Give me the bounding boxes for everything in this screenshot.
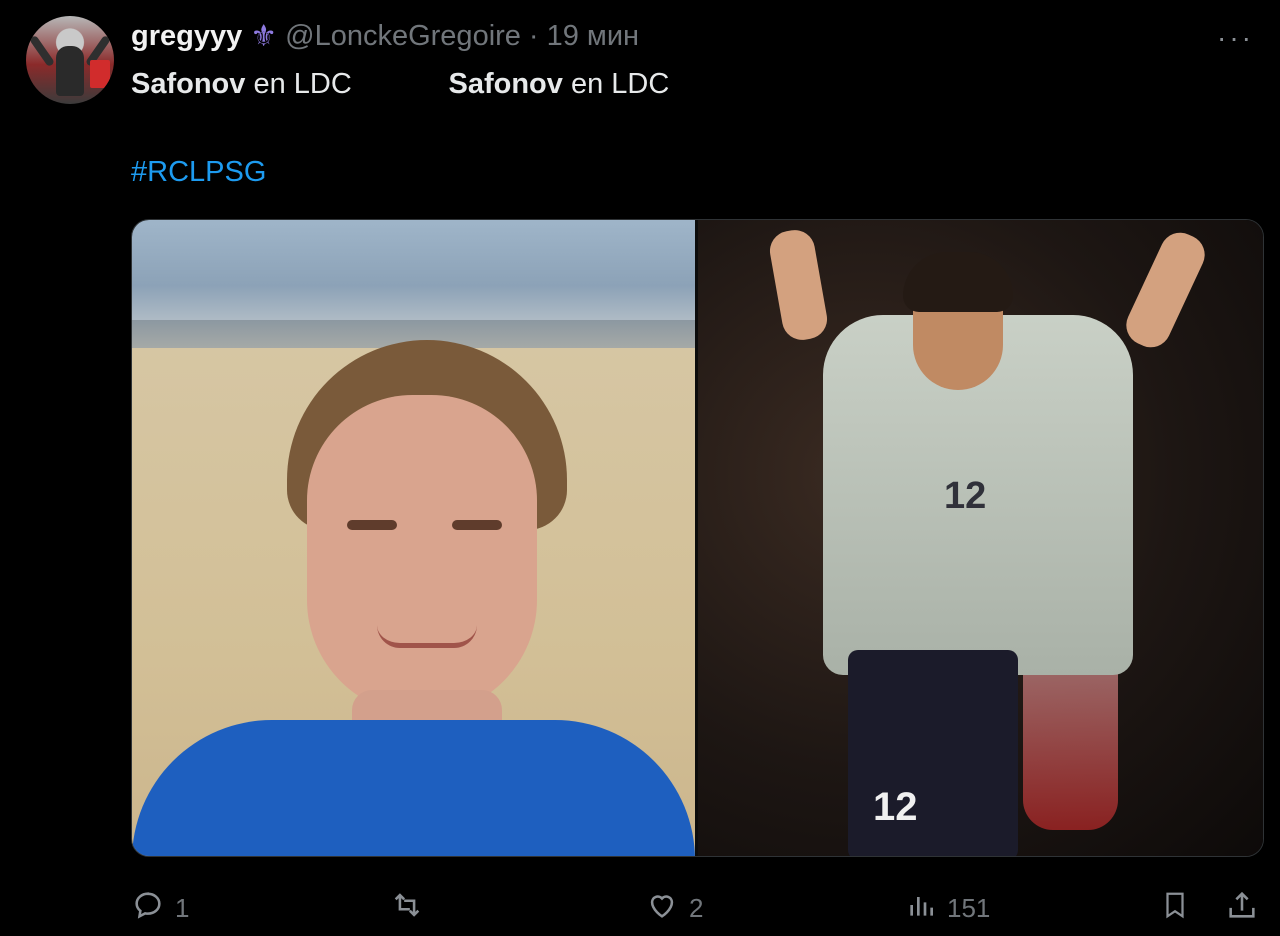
retweet-icon: [388, 888, 426, 929]
media-image-right[interactable]: 12 12: [695, 220, 1263, 856]
person-shirt: [132, 720, 695, 856]
views-chart-icon: [905, 888, 937, 929]
bookmark-button[interactable]: [1160, 888, 1190, 929]
author-handle[interactable]: @LonckeGregoire: [285, 20, 521, 53]
tweet-text-bold-1: Safonov: [131, 68, 246, 100]
avatar-flag: [90, 60, 110, 88]
media-image-left[interactable]: [132, 220, 695, 856]
reply-button[interactable]: 1: [131, 888, 189, 929]
jersey-number: 12: [944, 475, 987, 517]
retweet-button[interactable]: [388, 888, 436, 929]
bookmark-icon: [1160, 888, 1190, 929]
tweet-text-rest-1: en LDC: [245, 68, 352, 100]
person-mouth: [377, 625, 477, 648]
tweet-header: gregyyy ⚜ @LonckeGregoire · 19 мин: [131, 20, 639, 53]
person-face: [307, 395, 537, 715]
hashtag-link[interactable]: #RCLPSG: [131, 156, 266, 189]
reply-icon: [131, 888, 165, 929]
tweet-text-bold-2: Safonov: [448, 68, 563, 100]
photo-sky: [132, 220, 695, 330]
heart-icon: [645, 888, 679, 929]
author-avatar[interactable]: [26, 16, 114, 104]
views-count: 151: [947, 893, 991, 923]
tweet-actions: 1 2 151: [0, 880, 1280, 930]
person-eye: [347, 520, 397, 530]
like-button[interactable]: 2: [645, 888, 703, 929]
goalkeeper-hair: [903, 252, 1013, 312]
fleur-de-lis-icon: ⚜: [250, 19, 278, 53]
more-options-icon[interactable]: ···: [1217, 22, 1254, 54]
views-button[interactable]: 151: [905, 888, 990, 929]
reply-count: 1: [175, 893, 190, 923]
tweet-media[interactable]: 12 12: [131, 219, 1264, 857]
avatar-figure: [56, 46, 84, 96]
person-eye: [452, 520, 502, 530]
share-button[interactable]: [1225, 888, 1259, 929]
like-count: 2: [689, 893, 704, 923]
tweet-text: Safonov en LDC Safonov en LDC: [131, 68, 669, 101]
shorts-number: 12: [873, 785, 918, 829]
tweet-time[interactable]: 19 мин: [547, 20, 639, 53]
avatar-arm: [28, 34, 56, 68]
share-icon: [1225, 888, 1259, 929]
separator-dot: ·: [528, 20, 539, 52]
author-name[interactable]: gregyyy: [131, 20, 242, 53]
tweet-text-rest-2: en LDC: [562, 68, 670, 100]
